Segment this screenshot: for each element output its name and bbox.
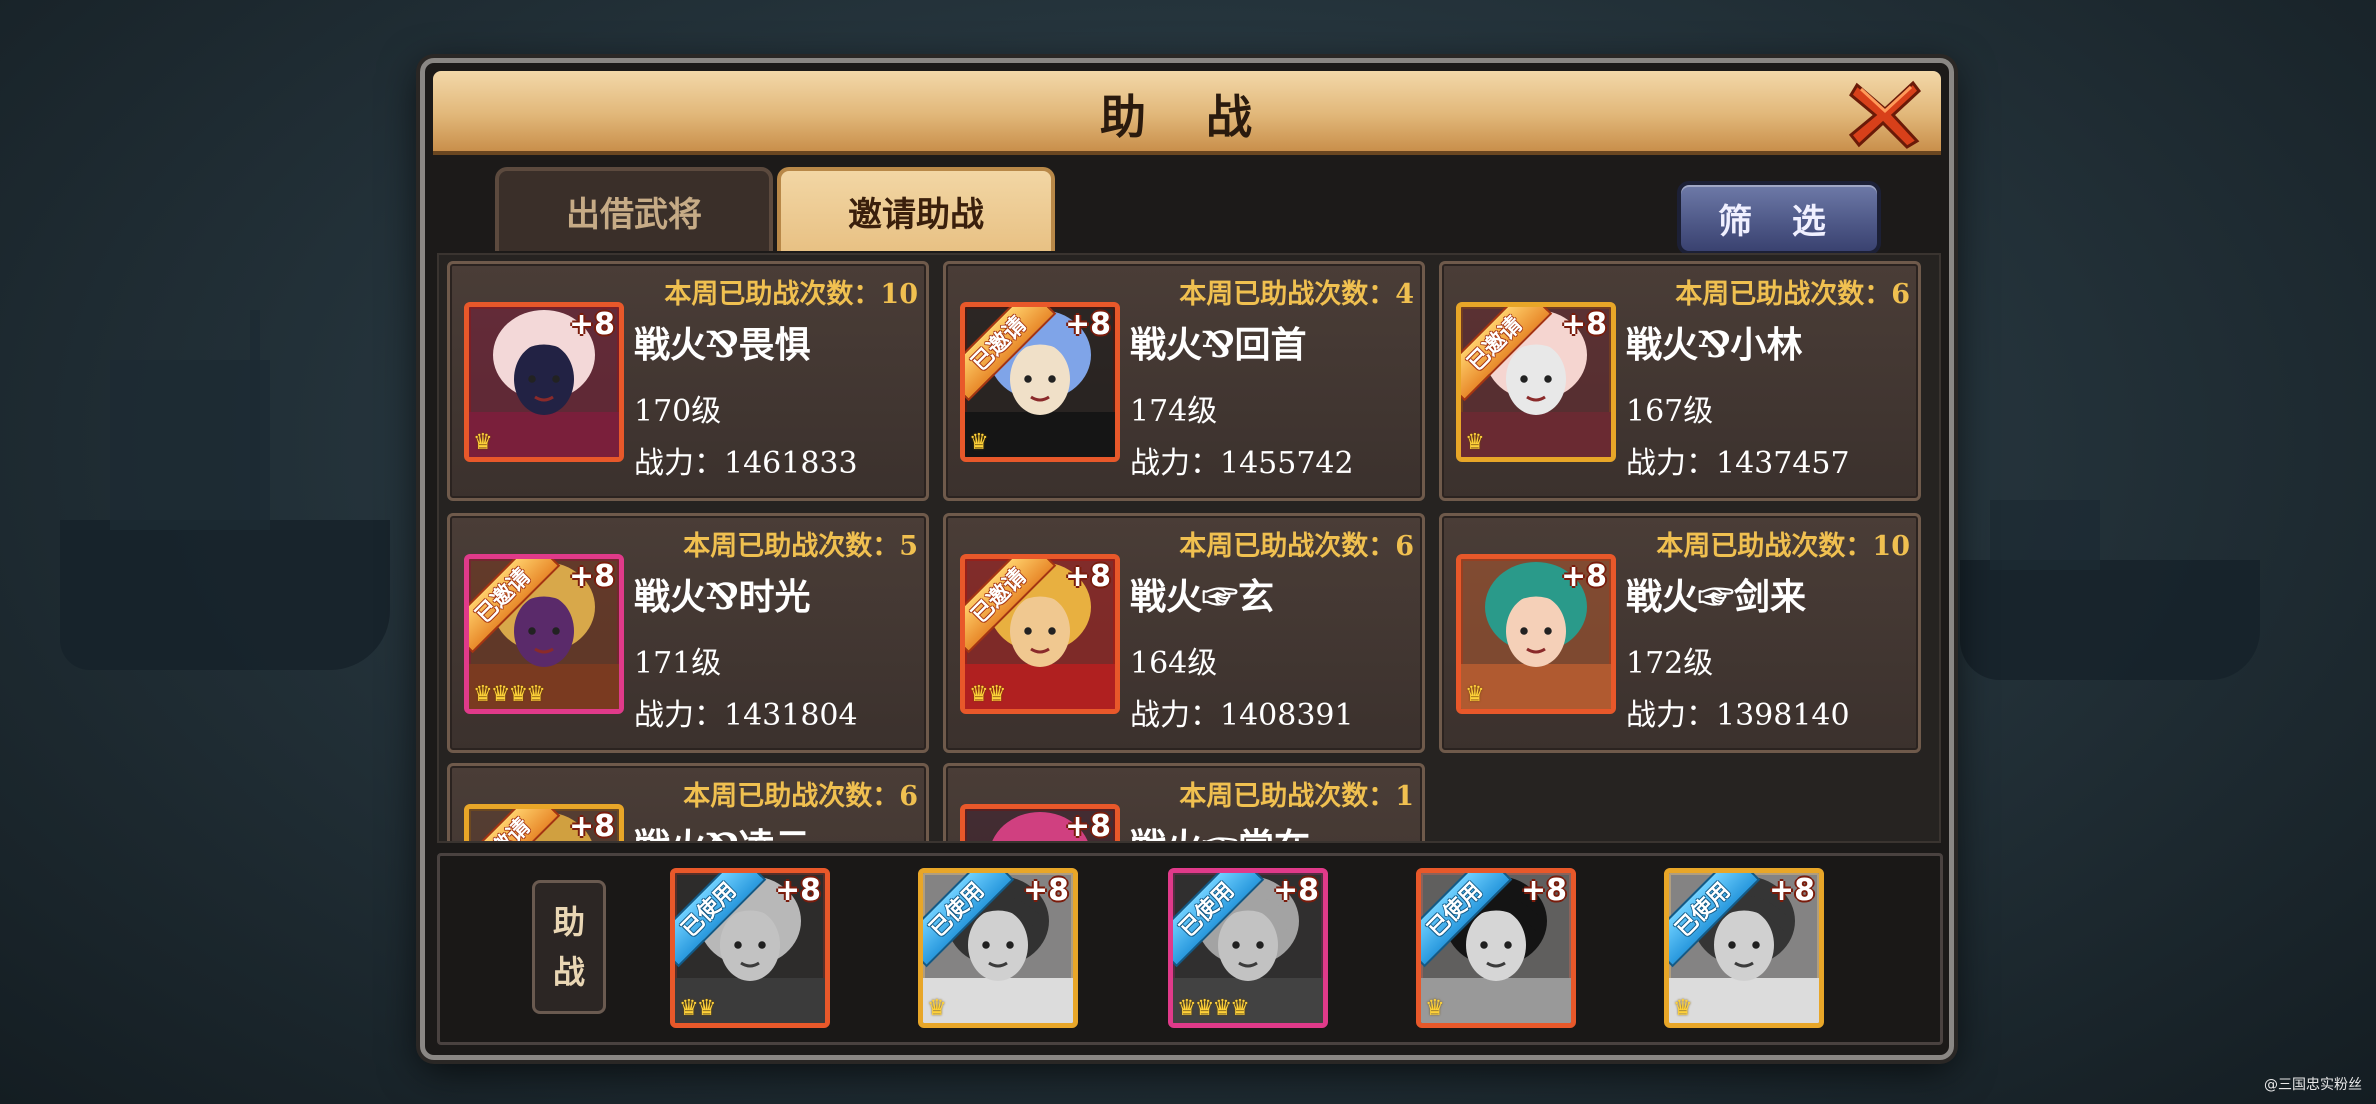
crown-stars: ♛: [1465, 430, 1485, 455]
ally-card[interactable]: +8 ♛ 本周已助战次数：10 戦火☞剑来 172级战力：1398140: [1439, 513, 1921, 753]
hero-level: 174级: [1130, 394, 1218, 429]
hero-level: 164级: [1130, 646, 1218, 681]
crown-stars: ♛♛♛♛: [473, 682, 546, 707]
player-name: 戦火☞剑来: [1626, 576, 1807, 618]
crown-stars: ♛: [1673, 996, 1693, 1021]
crown-stars: ♛♛: [969, 682, 1006, 707]
assist-label-top: 助: [552, 903, 585, 941]
enhance-level: +8: [774, 873, 821, 908]
player-name: 戦火☞常在: [1130, 818, 1310, 841]
combat-power: 战力：1431804: [634, 698, 858, 733]
ally-card[interactable]: +8 ♛ 本周已助战次数：10 戦火⅋畏惧 170级战力：1461833: [447, 261, 929, 501]
enhance-level: +8: [1560, 307, 1607, 342]
assist-count: 本周已助战次数：10: [664, 279, 918, 310]
assist-slot[interactable]: +8 ♛♛♛♛ 已使用: [1168, 868, 1328, 1028]
filter-button[interactable]: 筛 选: [1677, 181, 1881, 255]
combat-power: 战力：1455742: [1130, 446, 1354, 481]
hero-level: 172级: [1626, 646, 1714, 681]
crown-stars: ♛: [473, 430, 493, 455]
assist-slot[interactable]: +8 ♛ 已使用: [1664, 868, 1824, 1028]
player-name: 戦火⅋小林: [1626, 324, 1803, 366]
assist-dialog: 助 战 出借武将 邀请助战 筛 选 +8 ♛ 本周已助战次数：10 戦火⅋畏惧 170级…: [420, 58, 1954, 1060]
enhance-level: +8: [568, 809, 615, 843]
assist-count: 本周已助战次数：6: [1179, 531, 1414, 562]
ally-list[interactable]: +8 ♛ 本周已助战次数：10 戦火⅋畏惧 170级 战力：1461833 +8 ♛ 已邀请 本周…: [437, 253, 1941, 843]
assist-slot[interactable]: +8 ♛♛ 已使用: [670, 868, 830, 1028]
assist-count: 本周已助战次数：4: [1179, 279, 1414, 310]
hero-portrait[interactable]: +8 ♛♛♛♛ 已邀请: [464, 554, 624, 714]
assist-count: 本周已助战次数：5: [683, 531, 918, 562]
hero-level: 170级: [634, 394, 722, 429]
enhance-level: +8: [1520, 873, 1567, 908]
combat-power: 战力：1408391: [1130, 698, 1354, 733]
dialog-title: 助 战: [1099, 90, 1274, 144]
hero-portrait[interactable]: +8: [960, 804, 1120, 843]
tab-lend-generals[interactable]: 出借武将: [495, 167, 773, 251]
player-name: 戦火⅋回首: [1130, 324, 1307, 366]
enhance-level: +8: [1064, 307, 1111, 342]
hero-portrait[interactable]: +8 ♛ 已邀请: [960, 302, 1120, 462]
assist-slots-bar: 助 战 +8 ♛♛ 已使用 +8 ♛ 已使用 +8 ♛♛♛♛ 已使用 +8 ♛ 已使用 +8 ♛ 已使用: [437, 853, 1943, 1045]
crown-stars: ♛: [969, 430, 989, 455]
background-sail-left: [110, 360, 270, 530]
hero-level: 171级: [634, 646, 722, 681]
background-ship-left: [60, 520, 390, 670]
crown-stars: ♛: [1425, 996, 1445, 1021]
crown-stars: ♛♛♛♛: [1177, 996, 1250, 1021]
title-bar: 助 战: [433, 71, 1941, 155]
ally-card[interactable]: +8已邀请 本周已助战次数：6 戦火⅋凌云: [447, 763, 929, 843]
watermark: @三国忠实粉丝: [2264, 1077, 2362, 1093]
enhance-level: +8: [1768, 873, 1815, 908]
enhance-level: +8: [1022, 873, 1069, 908]
player-name: 戦火☞玄: [1130, 576, 1275, 618]
enhance-level: +8: [568, 559, 615, 594]
assist-count: 本周已助战次数：10: [1656, 531, 1910, 562]
ally-card[interactable]: +8 ♛♛♛♛ 已邀请 本周已助战次数：5 戦火⅋时光 171级 战力：1431804: [447, 513, 929, 753]
assist-slot[interactable]: +8 ♛ 已使用: [1416, 868, 1576, 1028]
enhance-level: +8: [1272, 873, 1319, 908]
background-ship-right: [1960, 560, 2260, 680]
crown-stars: ♛: [927, 996, 947, 1021]
combat-power: 战力：1461833: [634, 446, 858, 481]
ally-card[interactable]: +8 ♛ 已邀请 本周已助战次数：4 戦火⅋回首 174级 战力：1455742: [943, 261, 1425, 501]
hero-portrait[interactable]: +8 ♛: [464, 302, 624, 462]
crown-stars: ♛: [1465, 682, 1485, 707]
enhance-level: +8: [568, 307, 615, 342]
assist-count: 本周已助战次数：6: [683, 781, 918, 812]
assist-label: 助 战: [532, 880, 606, 1014]
assist-count: 本周已助战次数：1: [1179, 781, 1414, 812]
tab-invite-assist[interactable]: 邀请助战: [777, 167, 1055, 251]
player-name: 戦火⅋时光: [634, 576, 811, 618]
crown-stars: ♛♛: [679, 996, 716, 1021]
combat-power: 战力：1398140: [1626, 698, 1850, 733]
assist-label-bottom: 战: [552, 953, 585, 991]
hero-portrait[interactable]: +8已邀请: [464, 804, 624, 843]
combat-power: 战力：1437457: [1626, 446, 1850, 481]
hero-level: 167级: [1626, 394, 1714, 429]
player-name: 戦火⅋畏惧: [634, 324, 811, 366]
assist-count: 本周已助战次数：6: [1675, 279, 1910, 310]
player-name: 戦火⅋凌云: [634, 818, 811, 841]
background-mast-left: [250, 310, 260, 530]
hero-portrait[interactable]: +8 ♛♛ 已邀请: [960, 554, 1120, 714]
ally-card[interactable]: +8 ♛ 已邀请 本周已助战次数：6 戦火⅋小林 167级 战力：1437457: [1439, 261, 1921, 501]
ally-card[interactable]: +8 本周已助战次数：1 戦火☞常在: [943, 763, 1425, 843]
enhance-level: +8: [1064, 809, 1111, 843]
ally-card[interactable]: +8 ♛♛ 已邀请 本周已助战次数：6 戦火☞玄 164级 战力：1408391: [943, 513, 1425, 753]
enhance-level: +8: [1560, 559, 1607, 594]
assist-slot[interactable]: +8 ♛ 已使用: [918, 868, 1078, 1028]
hero-portrait[interactable]: +8 ♛: [1456, 554, 1616, 714]
close-icon[interactable]: [1847, 77, 1923, 149]
enhance-level: +8: [1064, 559, 1111, 594]
hero-portrait[interactable]: +8 ♛ 已邀请: [1456, 302, 1616, 462]
background-sail-right: [1990, 500, 2100, 570]
